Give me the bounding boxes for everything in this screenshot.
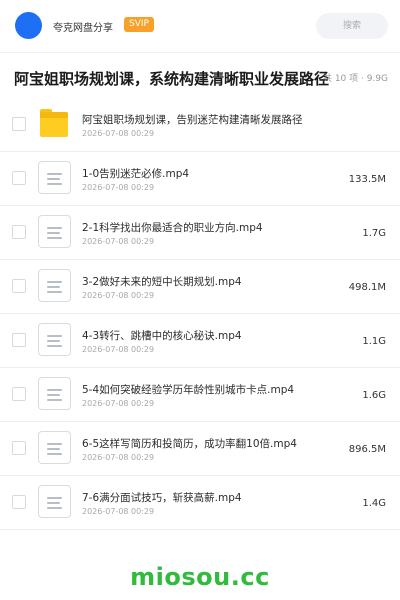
item-name[interactable]: 阿宝姐职场规划课，告别迷茫构建清晰发展路径 [82,112,303,127]
list-item[interactable]: 阿宝姐职场规划课，告别迷茫构建清晰发展路径 2026-07-08 00:29 [0,98,400,152]
item-checkbox[interactable] [12,117,26,131]
item-checkbox[interactable] [12,333,26,347]
header: 夸克网盘分享 SVIP 搜索 [0,0,400,52]
file-icon [38,377,71,410]
svip-badge[interactable]: SVIP [124,17,154,32]
item-name[interactable]: 3-2做好未来的短中长期规划.mp4 [82,274,242,289]
brand-name: 夸克网盘分享 [53,23,113,34]
item-size: 133.5M [348,174,386,185]
search-input[interactable]: 搜索 [316,13,388,39]
list-item[interactable]: 4-3转行、跳槽中的核心秘诀.mp4 2026-07-08 00:29 1.1G [0,314,400,368]
list-item[interactable]: 3-2做好未来的短中长期规划.mp4 2026-07-08 00:29 498.1M [0,260,400,314]
item-checkbox[interactable] [12,495,26,509]
item-date: 2026-07-08 00:29 [82,237,155,246]
list-item[interactable]: 7-6满分面试技巧，斩获高薪.mp4 2026-07-08 00:29 1.4G [0,476,400,530]
item-date: 2026-07-08 00:29 [82,399,155,408]
file-icon [38,431,71,464]
item-size: 1.4G [362,498,386,509]
item-name[interactable]: 1-0告别迷茫必修.mp4 [82,166,189,181]
watermark: miosou.cc [130,563,270,591]
item-checkbox[interactable] [12,225,26,239]
item-name[interactable]: 2-1科学找出你最适合的职业方向.mp4 [82,220,263,235]
item-date: 2026-07-08 00:29 [82,129,155,138]
file-icon [38,215,71,248]
folder-icon [38,107,71,140]
item-size: 1.6G [362,390,386,401]
item-checkbox[interactable] [12,387,26,401]
item-name[interactable]: 6-5这样写简历和投简历，成功率翻10倍.mp4 [82,436,297,451]
item-count-size: 共 10 项 · 9.9G [322,74,388,84]
item-size: 1.1G [362,336,386,347]
avatar[interactable] [15,12,42,39]
item-date: 2026-07-08 00:29 [82,183,155,192]
item-checkbox[interactable] [12,171,26,185]
item-size: 498.1M [348,282,386,293]
page-title: 阿宝姐职场规划课，系统构建清晰职业发展路径 [14,70,330,88]
list-item[interactable]: 1-0告别迷茫必修.mp4 2026-07-08 00:29 133.5M [0,152,400,206]
item-date: 2026-07-08 00:29 [82,453,155,462]
item-name[interactable]: 7-6满分面试技巧，斩获高薪.mp4 [82,490,242,505]
list-item[interactable]: 2-1科学找出你最适合的职业方向.mp4 2026-07-08 00:29 1.7G [0,206,400,260]
file-icon [38,323,71,356]
item-name[interactable]: 4-3转行、跳槽中的核心秘诀.mp4 [82,328,242,343]
title-bar: 阿宝姐职场规划课，系统构建清晰职业发展路径 共 10 项 · 9.9G [0,52,400,100]
item-size: 1.7G [362,228,386,239]
file-icon [38,161,71,194]
file-icon [38,269,71,302]
item-size: 896.5M [348,444,386,455]
item-checkbox[interactable] [12,441,26,455]
item-checkbox[interactable] [12,279,26,293]
list-item[interactable]: 5-4如何突破经验学历年龄性别城市卡点.mp4 2026-07-08 00:29 1… [0,368,400,422]
file-icon [38,485,71,518]
item-date: 2026-07-08 00:29 [82,291,155,300]
item-date: 2026-07-08 00:29 [82,345,155,354]
item-name[interactable]: 5-4如何突破经验学历年龄性别城市卡点.mp4 [82,382,294,397]
item-date: 2026-07-08 00:29 [82,507,155,516]
list-item[interactable]: 6-5这样写简历和投简历，成功率翻10倍.mp4 2026-07-08 00:29… [0,422,400,476]
file-list: 阿宝姐职场规划课，告别迷茫构建清晰发展路径 2026-07-08 00:29 1-0… [0,98,400,530]
